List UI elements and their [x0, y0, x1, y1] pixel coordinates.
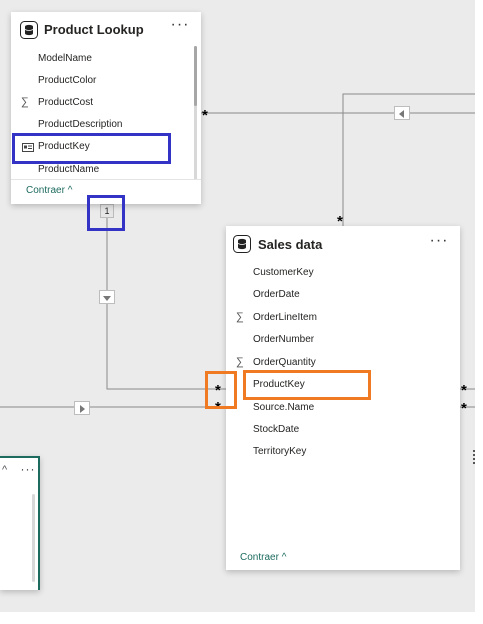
cardinality-many-product-right: * [202, 107, 208, 124]
product-lookup-more-options-button[interactable]: ··· [169, 17, 191, 38]
highlight-cardinality-one [87, 195, 125, 231]
filter-direction-right-arrow[interactable] [74, 401, 90, 415]
sales-data-more-options-button[interactable]: ··· [428, 233, 450, 254]
field-ordernumber[interactable]: OrderNumber [226, 330, 460, 352]
filter-direction-down-arrow[interactable] [99, 290, 115, 304]
triangle-left-icon [399, 110, 404, 118]
partial-card-more-options-button[interactable]: ··· [19, 462, 37, 482]
table-icon [20, 21, 38, 39]
triangle-down-icon [103, 296, 111, 301]
product-lookup-scrollbar-thumb[interactable] [194, 46, 197, 106]
triangle-right-icon [80, 405, 85, 413]
field-orderdate[interactable]: OrderDate [226, 285, 460, 307]
relationship-line-productkey[interactable] [106, 204, 226, 390]
chevron-up-icon[interactable]: ^ [2, 464, 7, 476]
highlight-cardinality-many [205, 371, 237, 409]
table-icon [233, 235, 251, 253]
field-source-name[interactable]: Source.Name [226, 398, 460, 420]
sigma-icon: ∑ [21, 96, 29, 108]
field-productcolor[interactable]: ProductColor [11, 71, 201, 93]
product-lookup-table-card[interactable]: Product Lookup ··· ModelName ProductColo… [11, 12, 201, 204]
cardinality-many-right-1: * [461, 382, 467, 399]
chevron-up-icon: ^ [281, 552, 287, 563]
sales-data-title: Sales data [258, 237, 323, 252]
cardinality-many-right-2: * [461, 400, 467, 417]
product-lookup-divider [11, 179, 201, 180]
chevron-up-icon: ^ [67, 185, 73, 196]
sigma-icon: ∑ [236, 356, 244, 368]
highlight-productkey-sales [243, 370, 371, 400]
product-lookup-header[interactable]: Product Lookup ··· [11, 12, 201, 48]
partial-table-card[interactable]: ^ ··· [0, 456, 40, 590]
highlight-productkey-lookup [12, 133, 171, 164]
sales-data-header[interactable]: Sales data ··· [226, 226, 460, 262]
field-customerkey[interactable]: CustomerKey [226, 263, 460, 285]
partial-card-scrollbar[interactable] [32, 494, 35, 582]
field-territorykey[interactable]: TerritoryKey [226, 442, 460, 464]
field-productcost[interactable]: ∑ ProductCost [11, 93, 201, 115]
sigma-icon: ∑ [236, 311, 244, 323]
sales-data-collapse-link[interactable]: Contraer ^ [240, 552, 286, 563]
product-lookup-title: Product Lookup [44, 22, 144, 37]
field-stockdate[interactable]: StockDate [226, 420, 460, 442]
canvas-edge-marker [473, 450, 477, 464]
field-modelname[interactable]: ModelName [11, 49, 201, 71]
product-lookup-collapse-link[interactable]: Contraer ^ [26, 185, 72, 196]
field-orderlineitem[interactable]: ∑ OrderLineItem [226, 308, 460, 330]
filter-direction-left-arrow[interactable] [394, 106, 410, 120]
